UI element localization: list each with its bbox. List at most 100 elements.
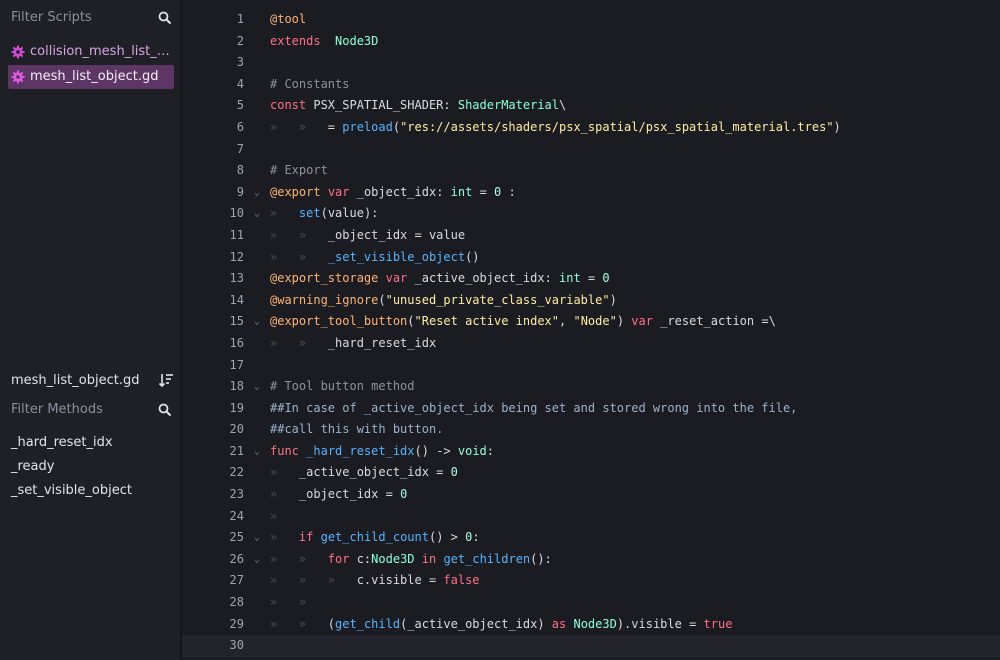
code-token: (value): [320,206,379,221]
code-text: @export_storage var _active_object_idx: … [270,268,610,290]
line-number: 21 [229,443,244,458]
filter-methods-field[interactable]: Filter Methods [0,392,180,428]
code-line[interactable]: 17 [182,355,1000,377]
code-line[interactable]: 18 ⌄ # Tool button method [182,376,1000,398]
code-editor[interactable]: 1 @tool 2 extends Node3D 3 4 # Constants 5 const… [182,0,1000,660]
code-line[interactable]: 3 [182,52,1000,74]
code-line[interactable]: 6 » » = preload("res://assets/shaders/psx… [182,117,1000,139]
script-item-collision-mesh-list-object[interactable]: collision_mesh_list_object.gd [8,40,174,64]
code-line[interactable]: 26 ⌄ » » for c:Node3D in get_children(): [182,549,1000,571]
search-icon[interactable] [158,11,172,25]
code-token: (_active_object_idx) [400,616,552,631]
code-token: _set_visible_object [327,249,466,264]
code-line[interactable]: 30 [182,635,1000,657]
code-token: 0 [602,271,610,286]
code-text: @warning_ignore("unused_private_class_va… [270,290,617,312]
line-number: 19 [229,400,244,415]
fold-arrow-icon[interactable]: ⌄ [254,376,260,398]
code-token: const [270,98,307,113]
code-area[interactable]: 1 @tool 2 extends Node3D 3 4 # Constants 5 const… [182,9,1000,657]
code-token: # Constants [270,76,350,91]
code-line[interactable]: 20 ##call this with button. [182,419,1000,441]
code-line[interactable]: 4 # Constants [182,74,1000,96]
code-line[interactable]: 29 » » (get_child(_active_object_idx) as … [182,614,1000,636]
code-token: _hard_reset_idx [306,443,415,458]
code-line[interactable]: 5 const PSX_SPATIAL_SHADER: ShaderMateria… [182,95,1000,117]
code-token: _object_idx: [349,184,451,199]
script-name: collision_mesh_list_object.gd [30,44,172,59]
code-text: » » = preload("res://assets/shaders/psx_… [270,117,841,139]
code-line[interactable]: 2 extends Node3D [182,31,1000,53]
code-line[interactable]: 15 ⌄ @export_tool_button("Reset active ind… [182,311,1000,333]
method-item[interactable]: _hard_reset_idx [11,435,132,459]
code-text: » » » c.visible = false [270,570,480,592]
filter-scripts-field[interactable]: Filter Scripts [0,0,180,36]
code-token: false [443,573,480,588]
code-token: # Tool button method [270,379,415,394]
code-line[interactable]: 13 @export_storage var _active_object_idx… [182,268,1000,290]
code-token: 0 [450,465,458,480]
code-token: ) [616,314,632,329]
code-text: ##call this with button. [270,419,443,441]
code-token: » » [270,335,328,350]
code-line[interactable]: 10 ⌄ » set(value): [182,203,1000,225]
line-number: 12 [229,249,244,264]
code-token: "Reset active index" [414,314,560,329]
code-token: if [298,530,314,545]
fold-arrow-icon[interactable]: ⌄ [254,441,260,463]
line-number: 30 [229,638,244,653]
code-token: () [465,249,480,264]
code-line[interactable]: 7 [182,139,1000,161]
code-line[interactable]: 23 » _object_idx = 0 [182,484,1000,506]
method-item[interactable]: _set_visible_object [11,483,132,507]
fold-arrow-icon[interactable]: ⌄ [254,527,260,549]
code-text: ##In case of _active_object_idx being se… [270,398,797,420]
code-token: @warning_ignore [270,292,379,307]
fold-arrow-icon[interactable]: ⌄ [254,549,260,571]
code-text: » _active_object_idx = 0 [270,462,458,484]
code-line[interactable]: 19 ##In case of _active_object_idx being … [182,398,1000,420]
code-line[interactable]: 8 # Export [182,160,1000,182]
line-number: 16 [229,335,244,350]
code-token: var [631,314,653,329]
code-token: @export_tool_button [270,314,408,329]
fold-arrow-icon[interactable]: ⌄ [254,182,260,204]
line-number: 5 [236,98,244,113]
current-file-label: mesh_list_object.gd [11,373,140,388]
code-text: func _hard_reset_idx() -> void: [270,441,494,463]
code-token: = [472,184,495,199]
code-token: ( [378,292,386,307]
line-number: 23 [229,487,244,502]
code-line[interactable]: 21 ⌄ func _hard_reset_idx() -> void: [182,441,1000,463]
code-token: » [270,465,299,480]
code-token: func [270,443,299,458]
code-line[interactable]: 28 » » [182,592,1000,614]
code-line[interactable]: 24 » [182,506,1000,528]
code-token: : [472,530,480,545]
code-line[interactable]: 16 » » _hard_reset_idx [182,333,1000,355]
code-line[interactable]: 12 » » _set_visible_object() [182,247,1000,269]
fold-arrow-icon[interactable]: ⌄ [254,311,260,333]
code-line[interactable]: 9 ⌄ @export var _object_idx: int = 0 : [182,182,1000,204]
script-item-mesh-list-object[interactable]: mesh_list_object.gd [8,65,174,89]
code-text: @tool [270,9,306,31]
search-icon[interactable] [158,403,172,417]
code-line[interactable]: 25 ⌄ » if get_child_count() > 0: [182,527,1000,549]
code-line[interactable]: 27 » » » c.visible = false [182,570,1000,592]
code-token: \ [559,98,567,113]
method-item[interactable]: _ready [11,459,132,483]
sort-icon[interactable] [158,372,174,388]
code-line[interactable]: 1 @tool [182,9,1000,31]
line-number: 3 [236,55,244,70]
code-token: ) [833,119,841,134]
code-line[interactable]: 22 » _active_object_idx = 0 [182,462,1000,484]
fold-arrow-icon[interactable]: ⌄ [254,203,260,225]
code-line[interactable]: 14 @warning_ignore("unused_private_class_… [182,290,1000,312]
line-number: 20 [229,422,244,437]
code-line[interactable]: 11 » » _object_idx = value [182,225,1000,247]
code-text: » if get_child_count() > 0: [270,527,480,549]
line-number: 9 [236,184,244,199]
